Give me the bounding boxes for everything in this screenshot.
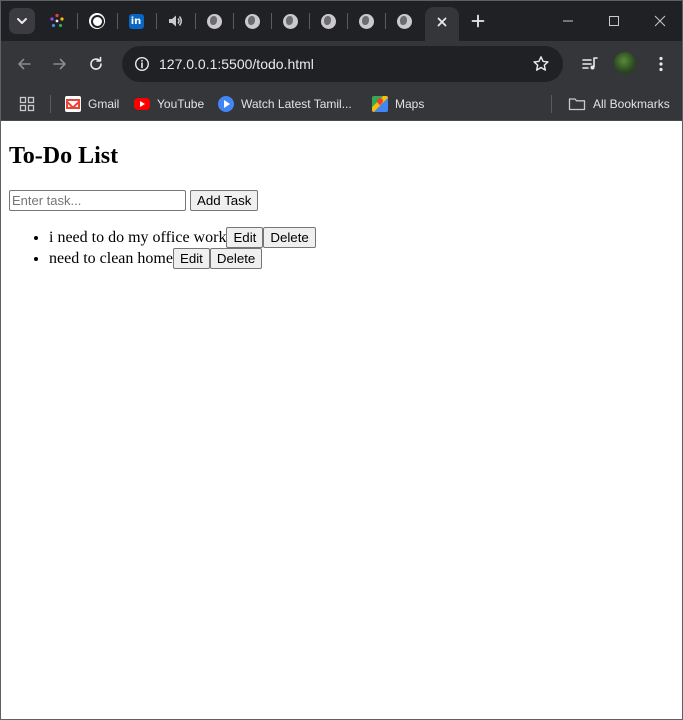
bookmark-maps[interactable]: Maps bbox=[372, 92, 424, 116]
chevron-down-icon bbox=[17, 18, 27, 24]
tab-openai[interactable] bbox=[78, 7, 116, 35]
task-item: need to clean homeEditDelete bbox=[49, 248, 674, 269]
page-content: To-Do List Add Task i need to do my offi… bbox=[1, 122, 682, 719]
bookmark-gmail[interactable]: Gmail bbox=[65, 92, 119, 116]
bookmark-label: YouTube bbox=[157, 97, 205, 111]
play-icon bbox=[218, 96, 234, 112]
edit-button[interactable]: Edit bbox=[226, 227, 264, 248]
speaker-icon bbox=[169, 15, 182, 27]
bookmark-tamil[interactable]: Watch Latest Tamil... bbox=[218, 92, 352, 116]
tab-active-todo[interactable] bbox=[425, 7, 459, 41]
site-info-button[interactable] bbox=[129, 51, 155, 77]
bookmark-label: Watch Latest Tamil... bbox=[241, 97, 352, 111]
globe-icon bbox=[358, 13, 374, 29]
all-bookmarks-button[interactable]: All Bookmarks bbox=[568, 92, 670, 116]
star-icon bbox=[533, 56, 549, 71]
bookmark-star-button[interactable] bbox=[531, 54, 551, 74]
linkedin-icon: in bbox=[128, 13, 144, 29]
info-icon bbox=[134, 56, 150, 72]
page-title: To-Do List bbox=[9, 143, 119, 169]
toolbar: 127.0.0.1:5500/todo.html bbox=[1, 41, 682, 87]
close-icon[interactable] bbox=[435, 15, 449, 29]
reload-icon bbox=[90, 56, 102, 70]
url-text[interactable]: 127.0.0.1:5500/todo.html bbox=[159, 46, 314, 82]
all-bookmarks-label: All Bookmarks bbox=[593, 97, 670, 111]
tab-linkedin[interactable]: in bbox=[117, 7, 155, 35]
youtube-icon bbox=[134, 98, 150, 110]
tab-globe-6[interactable] bbox=[385, 7, 423, 35]
task-list: i need to do my office workEditDelete ne… bbox=[9, 227, 674, 269]
bookmark-label: Gmail bbox=[88, 97, 120, 111]
new-tab-button[interactable] bbox=[459, 7, 497, 35]
reload-button[interactable] bbox=[82, 50, 110, 78]
maximize-icon bbox=[609, 16, 619, 26]
plus-icon bbox=[471, 14, 485, 28]
edit-button[interactable]: Edit bbox=[172, 248, 210, 269]
close-icon bbox=[654, 15, 666, 27]
globe-icon bbox=[206, 13, 222, 29]
tab-spark[interactable] bbox=[38, 7, 76, 35]
apps-button[interactable] bbox=[19, 92, 35, 116]
bookmark-youtube[interactable]: YouTube bbox=[134, 92, 204, 116]
media-control-button[interactable] bbox=[576, 50, 604, 78]
tab-globe-2[interactable] bbox=[233, 7, 271, 35]
tab-globe-4[interactable] bbox=[309, 7, 347, 35]
maximize-button[interactable] bbox=[591, 1, 637, 41]
globe-icon bbox=[396, 13, 412, 29]
forward-button[interactable] bbox=[46, 50, 74, 78]
globe-icon bbox=[282, 13, 298, 29]
task-text: i need to do my office work bbox=[49, 229, 227, 246]
tab-globe-1[interactable] bbox=[195, 7, 233, 35]
task-item: i need to do my office workEditDelete bbox=[49, 227, 674, 248]
globe-icon bbox=[320, 13, 336, 29]
close-window-button[interactable] bbox=[637, 1, 682, 41]
tab-globe-3[interactable] bbox=[271, 7, 309, 35]
minimize-button[interactable] bbox=[545, 1, 591, 41]
minimize-icon bbox=[563, 20, 573, 22]
task-text: need to clean home bbox=[49, 250, 173, 267]
bookmarks-bar: Gmail YouTube Watch Latest Tamil... Maps… bbox=[1, 87, 682, 121]
tab-globe-5[interactable] bbox=[347, 7, 385, 35]
spark-icon bbox=[50, 13, 64, 28]
menu-button[interactable] bbox=[647, 50, 675, 78]
tab-search-button[interactable] bbox=[9, 8, 35, 34]
globe-icon bbox=[244, 13, 260, 29]
task-input[interactable] bbox=[9, 190, 186, 211]
task-form: Add Task bbox=[9, 190, 674, 211]
maps-icon bbox=[372, 96, 388, 112]
apps-grid-icon bbox=[19, 96, 35, 112]
delete-button[interactable]: Delete bbox=[209, 248, 263, 269]
profile-avatar[interactable] bbox=[614, 52, 636, 74]
tab-strip: in bbox=[1, 1, 682, 41]
address-bar[interactable]: 127.0.0.1:5500/todo.html bbox=[122, 46, 563, 82]
bookmark-separator bbox=[551, 95, 552, 113]
bookmark-separator bbox=[50, 95, 51, 113]
folder-icon bbox=[568, 98, 586, 111]
arrow-left-icon bbox=[18, 58, 31, 70]
back-button[interactable] bbox=[10, 50, 38, 78]
openai-icon bbox=[89, 13, 105, 29]
gmail-icon bbox=[65, 96, 81, 112]
kebab-menu-icon bbox=[659, 56, 663, 72]
arrow-right-icon bbox=[53, 58, 66, 70]
bookmark-label: Maps bbox=[395, 97, 425, 111]
playlist-music-icon bbox=[582, 57, 598, 70]
tab-audio[interactable] bbox=[156, 7, 194, 35]
delete-button[interactable]: Delete bbox=[263, 227, 316, 248]
add-task-button[interactable]: Add Task bbox=[190, 190, 259, 211]
browser-window: in 127.0.0.1:5500/todo.html Gmail YouTub… bbox=[0, 0, 683, 720]
